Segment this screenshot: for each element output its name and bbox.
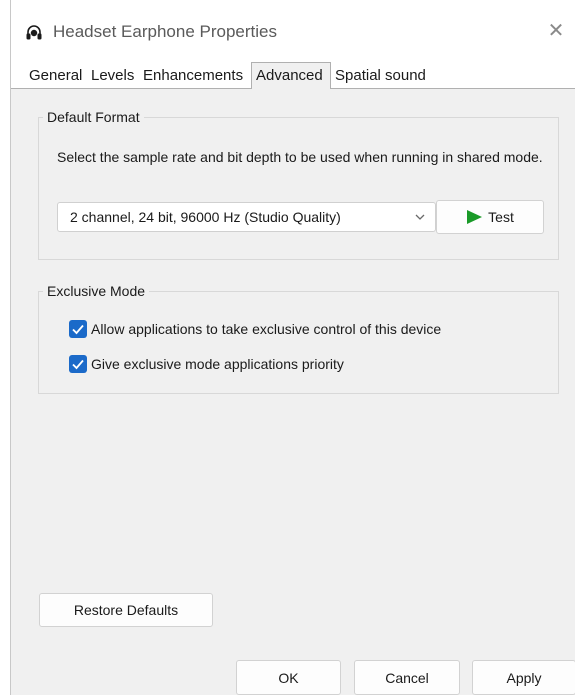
tab-levels[interactable]: Levels xyxy=(87,65,138,87)
tab-spatial-sound[interactable]: Spatial sound xyxy=(331,65,430,87)
close-icon: ✕ xyxy=(547,19,565,42)
sample-rate-select[interactable]: 2 channel, 24 bit, 96000 Hz (Studio Qual… xyxy=(57,202,436,232)
properties-dialog: Headset Earphone Properties ✕ General Le… xyxy=(10,0,575,695)
test-button-label: Test xyxy=(488,209,514,225)
ok-button-label: OK xyxy=(278,669,299,686)
cancel-button[interactable]: Cancel xyxy=(354,660,460,695)
default-format-group xyxy=(38,117,559,260)
ok-button[interactable]: OK xyxy=(236,660,341,695)
cancel-button-label: Cancel xyxy=(385,669,429,686)
checkmark-icon xyxy=(72,359,84,370)
exclusive-priority-checkbox[interactable] xyxy=(69,355,87,373)
checkmark-icon xyxy=(72,324,84,335)
sample-rate-value: 2 channel, 24 bit, 96000 Hz (Studio Qual… xyxy=(70,209,341,225)
apply-button-label: Apply xyxy=(506,669,542,686)
tab-enhancements[interactable]: Enhancements xyxy=(139,65,247,87)
exclusive-priority-label: Give exclusive mode applications priorit… xyxy=(91,356,344,372)
tab-strip: General Levels Enhancements Advanced Spa… xyxy=(11,62,575,89)
exclusive-mode-group xyxy=(38,291,559,394)
window-title: Headset Earphone Properties xyxy=(53,22,277,41)
default-format-description: Select the sample rate and bit depth to … xyxy=(57,149,543,165)
test-button[interactable]: Test xyxy=(436,200,544,234)
restore-defaults-button[interactable]: Restore Defaults xyxy=(39,593,213,627)
chevron-down-icon xyxy=(415,214,425,220)
apply-button[interactable]: Apply xyxy=(472,660,575,695)
default-format-label: Default Format xyxy=(43,109,144,125)
exclusive-control-checkbox[interactable] xyxy=(69,320,87,338)
close-button[interactable]: ✕ xyxy=(536,10,575,50)
exclusive-control-label: Allow applications to take exclusive con… xyxy=(91,321,442,337)
headset-icon xyxy=(26,25,42,40)
restore-defaults-label: Restore Defaults xyxy=(73,602,179,618)
tab-advanced[interactable]: Advanced xyxy=(251,62,331,89)
tab-general[interactable]: General xyxy=(25,65,86,87)
title-bar: Headset Earphone Properties ✕ xyxy=(11,0,575,62)
play-icon xyxy=(467,210,483,224)
exclusive-mode-label: Exclusive Mode xyxy=(43,283,150,299)
